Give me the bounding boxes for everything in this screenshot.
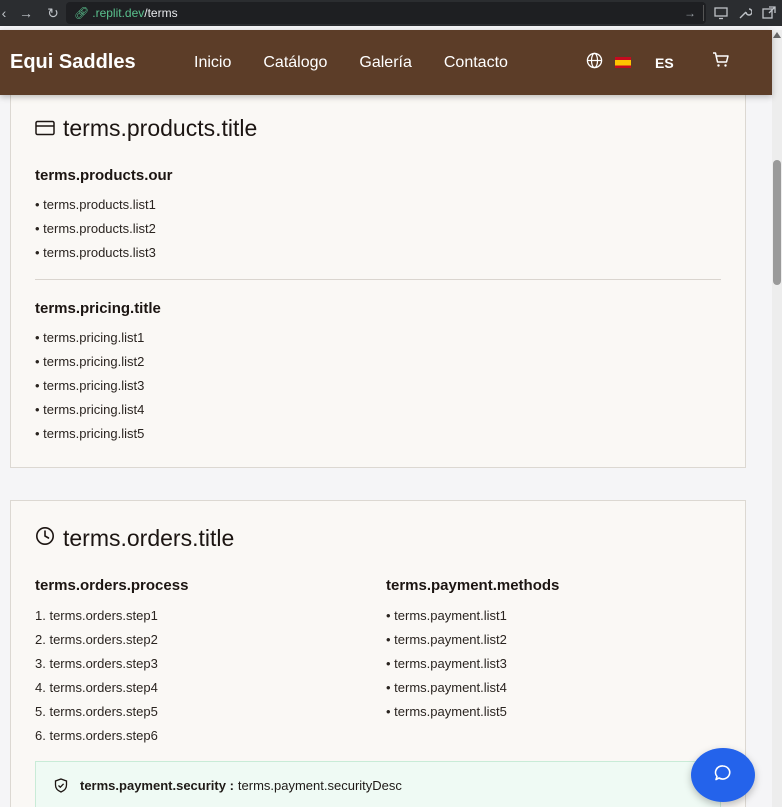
list-item: • terms.pricing.list2 (35, 354, 145, 369)
payment-methods-list: • terms.payment.list1 • terms.payment.li… (386, 604, 507, 724)
list-item: • terms.payment.list3 (386, 656, 507, 671)
list-item: • terms.pricing.list5 (35, 426, 145, 441)
list-item: • terms.products.list1 (35, 197, 156, 212)
brand-logo[interactable]: Equi Saddles (10, 51, 136, 74)
list-item: 6. terms.orders.step6 (35, 728, 158, 743)
orders-steps-list: 1. terms.orders.step1 2. terms.orders.st… (35, 604, 158, 748)
nav-inicio[interactable]: Inicio (194, 54, 231, 72)
section-divider (35, 279, 721, 280)
monitor-icon[interactable] (714, 0, 728, 26)
language-switcher[interactable]: ES (586, 52, 674, 74)
products-heading: terms.products.our (35, 167, 173, 184)
address-bar[interactable]: 🔗︎ .replit.dev/terms → (66, 2, 706, 24)
list-item: 4. terms.orders.step4 (35, 680, 158, 695)
list-item: • terms.payment.list5 (386, 704, 507, 719)
orders-process-heading: terms.orders.process (35, 577, 189, 594)
list-item: • terms.products.list3 (35, 245, 156, 260)
globe-icon[interactable] (586, 52, 603, 74)
clock-icon (35, 525, 55, 552)
list-item: 1. terms.orders.step1 (35, 608, 158, 623)
pricing-heading: terms.pricing.title (35, 300, 161, 317)
language-code[interactable]: ES (655, 55, 674, 71)
scroll-up-arrow[interactable] (773, 32, 781, 38)
list-item: 5. terms.orders.step5 (35, 704, 158, 719)
reload-icon[interactable]: ↻ (44, 0, 62, 26)
chat-bubble-icon (714, 764, 732, 787)
orders-terms-card: terms.orders.title terms.orders.process … (10, 500, 746, 807)
list-item: 3. terms.orders.step3 (35, 656, 158, 671)
payment-methods-heading: terms.payment.methods (386, 577, 560, 594)
scrollbar-thumb[interactable] (773, 160, 781, 285)
site-header: Equi Saddles Inicio Catálogo Galería Con… (0, 30, 772, 95)
url-path: /terms (144, 6, 178, 20)
nav-catalogo[interactable]: Catálogo (263, 54, 327, 72)
list-item: • terms.pricing.list1 (35, 330, 145, 345)
list-item: • terms.payment.list1 (386, 608, 507, 623)
security-label: terms.payment.security : (80, 778, 234, 793)
products-terms-card: terms.products.title terms.products.our … (10, 80, 746, 468)
products-card-title: terms.products.title (35, 115, 257, 142)
browser-toolbar: ‹ → ↻ 🔗︎ .replit.dev/terms → (0, 0, 782, 26)
chat-button[interactable] (691, 748, 755, 802)
toolbar-divider (703, 5, 704, 21)
link-icon: 🔗︎ (74, 6, 90, 20)
card-icon (35, 115, 55, 142)
main-nav: Inicio Catálogo Galería Contacto (194, 54, 540, 72)
shield-check-icon (54, 778, 68, 796)
orders-title-text: terms.orders.title (63, 525, 235, 551)
pricing-list: • terms.pricing.list1 • terms.pricing.li… (35, 326, 144, 446)
back-icon[interactable]: ‹ (0, 0, 8, 26)
forward-icon[interactable]: → (18, 0, 34, 26)
list-item: • terms.pricing.list4 (35, 402, 145, 417)
wrench-icon[interactable] (738, 0, 752, 26)
new-window-icon[interactable] (762, 0, 776, 26)
list-item: • terms.payment.list4 (386, 680, 507, 695)
url-host: .replit.dev (92, 6, 145, 20)
products-list: • terms.products.list1 • terms.products.… (35, 193, 156, 265)
list-item: • terms.products.list2 (35, 221, 156, 236)
spain-flag-icon[interactable] (615, 57, 631, 68)
list-item: • terms.payment.list2 (386, 632, 507, 647)
cart-icon[interactable] (712, 51, 730, 74)
list-item: 2. terms.orders.step2 (35, 632, 158, 647)
page-scrollbar[interactable] (772, 30, 782, 807)
nav-galeria[interactable]: Galería (359, 54, 411, 72)
products-title-text: terms.products.title (63, 115, 258, 141)
orders-card-title: terms.orders.title (35, 525, 234, 552)
security-description: terms.payment.securityDesc (237, 778, 402, 793)
payment-security-notice: terms.payment.security : terms.payment.s… (35, 761, 721, 807)
go-arrow-icon[interactable]: → (684, 6, 696, 20)
list-item: • terms.pricing.list3 (35, 378, 145, 393)
nav-contacto[interactable]: Contacto (444, 54, 508, 72)
